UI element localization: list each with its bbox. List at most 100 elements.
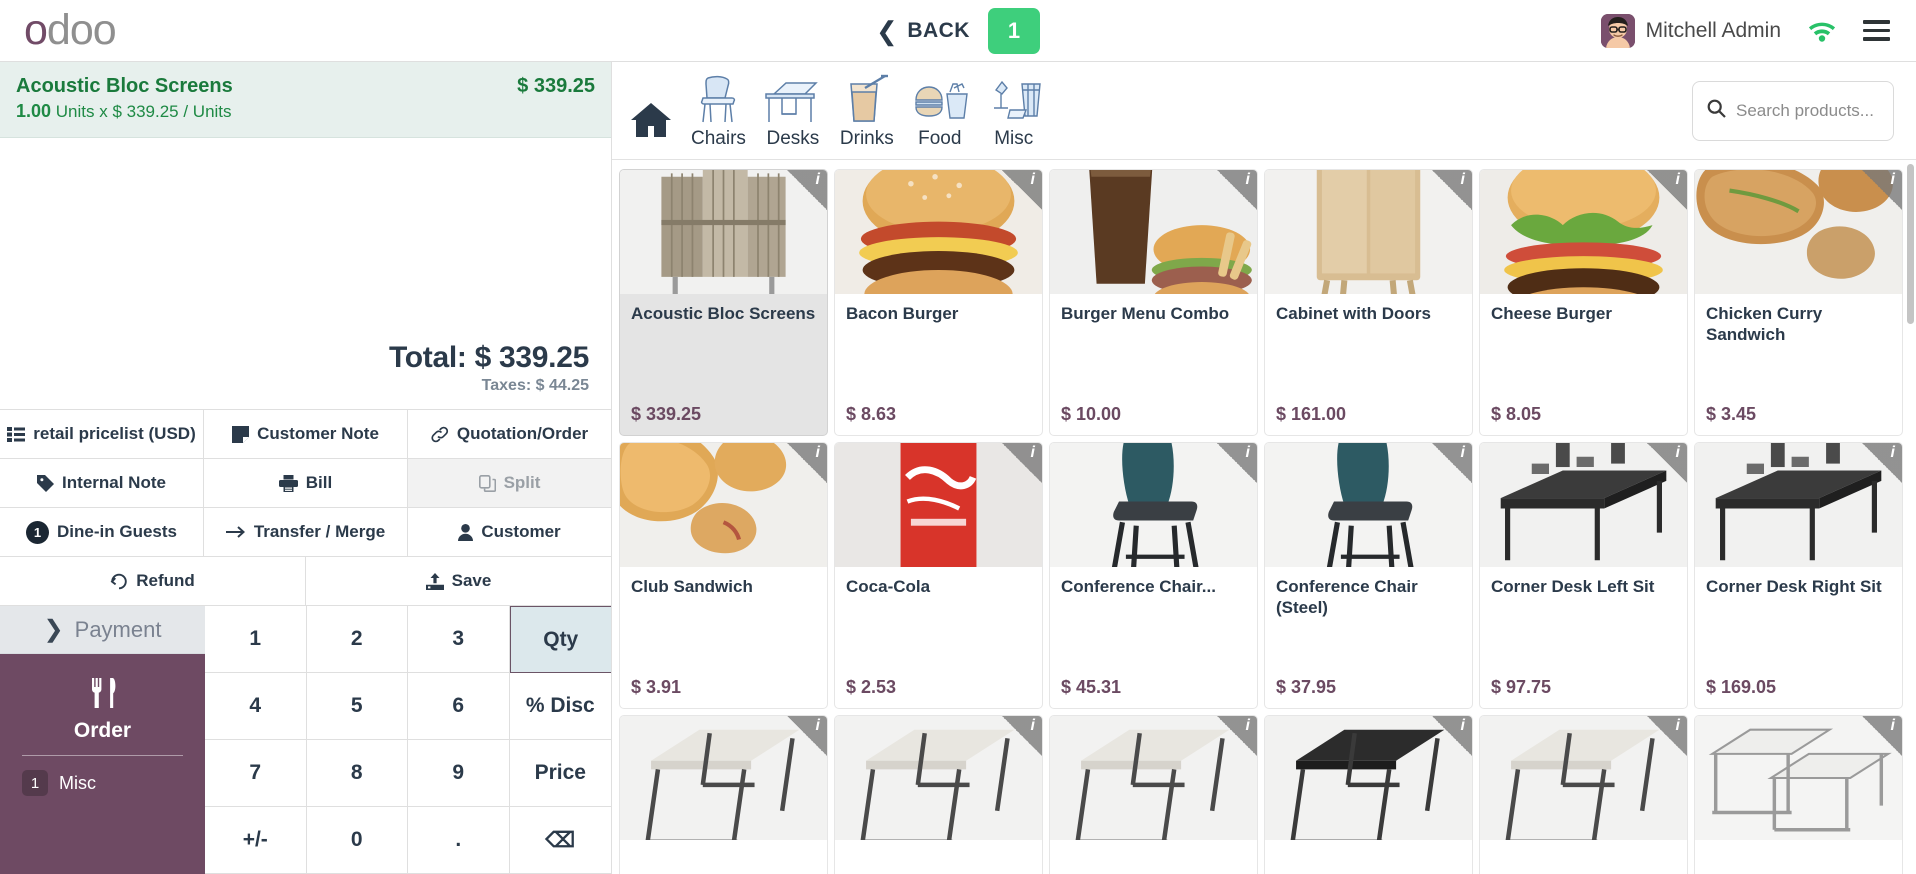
- printer-icon: [278, 474, 298, 492]
- back-button[interactable]: ❮ BACK: [876, 18, 970, 44]
- product-card[interactable]: i: [1695, 716, 1902, 874]
- action-row: 1 Dine-in Guests Transfer / Merge Custom…: [0, 508, 611, 557]
- product-card[interactable]: i Conference Chair (Steel) $ 37.95: [1265, 443, 1472, 708]
- internal-note-button[interactable]: Internal Note: [0, 459, 204, 507]
- product-card[interactable]: i Chicken Curry Sandwich $ 3.45: [1695, 170, 1902, 435]
- product-info-icon[interactable]: i: [1002, 443, 1042, 483]
- split-button[interactable]: Split: [408, 459, 611, 507]
- product-scroll-area: i Acoustic Bloc Screens $ 339.25 i Bacon…: [612, 160, 1916, 874]
- product-info-icon[interactable]: i: [787, 170, 827, 210]
- category-food[interactable]: Food: [903, 72, 977, 150]
- product-card[interactable]: i Bacon Burger $ 8.63: [835, 170, 1042, 435]
- search-input[interactable]: [1736, 100, 1879, 121]
- product-image: i: [620, 443, 827, 567]
- note-icon: [232, 425, 250, 443]
- user-menu[interactable]: Mitchell Admin: [1600, 13, 1781, 48]
- product-info-icon[interactable]: i: [1862, 443, 1902, 483]
- numpad: 1 2 3 Qty 4 5 6 % Disc 7 8 9 Price +/- 0…: [205, 606, 611, 874]
- product-card[interactable]: i Burger Menu Combo $ 10.00: [1050, 170, 1257, 435]
- product-card[interactable]: i Corner Desk Right Sit $ 169.05: [1695, 443, 1902, 708]
- numpad-key-backspace[interactable]: ⌫: [509, 807, 611, 874]
- category-drinks-label: Drinks: [839, 127, 894, 149]
- numpad-key-decimal[interactable]: .: [408, 807, 510, 874]
- numpad-key-2[interactable]: 2: [306, 606, 408, 673]
- product-price: $ 161.00: [1276, 404, 1347, 424]
- order-line-detail: Units x $ 339.25 / Units: [55, 102, 232, 121]
- wifi-icon[interactable]: [1807, 19, 1837, 42]
- odoo-logo[interactable]: odoo: [0, 9, 300, 52]
- product-info-icon[interactable]: i: [1217, 716, 1257, 756]
- numpad-key-4[interactable]: 4: [205, 673, 307, 740]
- numpad-key-9[interactable]: 9: [408, 740, 510, 807]
- product-info-icon[interactable]: i: [1432, 443, 1472, 483]
- top-bar-right: Mitchell Admin: [1600, 13, 1916, 48]
- product-card[interactable]: i: [1050, 716, 1257, 874]
- product-name: Coca-Cola: [846, 577, 931, 596]
- product-card[interactable]: i Conference Chair... $ 45.31: [1050, 443, 1257, 708]
- dine-in-guests-button[interactable]: 1 Dine-in Guests: [0, 508, 204, 556]
- product-card[interactable]: i: [1480, 716, 1687, 874]
- product-card[interactable]: i Cheese Burger $ 8.05: [1480, 170, 1687, 435]
- product-info-icon[interactable]: i: [1647, 170, 1687, 210]
- numpad-key-sign[interactable]: +/-: [205, 807, 307, 874]
- product-card[interactable]: i: [1265, 716, 1472, 874]
- avatar: [1600, 13, 1635, 48]
- hamburger-menu-icon[interactable]: [1863, 20, 1890, 41]
- order-panel-item[interactable]: 1 Misc: [16, 770, 189, 796]
- product-info-icon[interactable]: i: [1217, 443, 1257, 483]
- split-icon: [478, 474, 496, 492]
- product-info-icon[interactable]: i: [787, 443, 827, 483]
- category-drinks[interactable]: Drinks: [831, 72, 903, 150]
- save-button[interactable]: Save: [306, 557, 611, 605]
- product-price: $ 8.63: [846, 404, 897, 424]
- order-line[interactable]: Acoustic Bloc Screens $ 339.25 1.00 Unit…: [0, 62, 611, 138]
- category-food-label: Food: [918, 127, 962, 149]
- category-desks[interactable]: Desks: [755, 72, 831, 150]
- transfer-merge-button[interactable]: Transfer / Merge: [204, 508, 408, 556]
- category-home[interactable]: [620, 94, 682, 150]
- product-info-icon[interactable]: i: [1647, 443, 1687, 483]
- numpad-key-discount[interactable]: % Disc: [509, 673, 611, 740]
- numpad-key-price[interactable]: Price: [509, 740, 611, 807]
- product-info-icon[interactable]: i: [1862, 170, 1902, 210]
- product-info-icon[interactable]: i: [1432, 716, 1472, 756]
- table-number-badge[interactable]: 1: [987, 7, 1040, 54]
- product-card[interactable]: i Coca-Cola $ 2.53: [835, 443, 1042, 708]
- payment-button[interactable]: ❯ Payment: [0, 606, 205, 654]
- numpad-key-1[interactable]: 1: [205, 606, 307, 673]
- category-chairs[interactable]: Chairs: [682, 72, 755, 150]
- product-card[interactable]: i: [620, 716, 827, 874]
- product-info-icon[interactable]: i: [787, 716, 827, 756]
- pricelist-button[interactable]: retail pricelist (USD): [0, 410, 204, 458]
- product-info-icon[interactable]: i: [1862, 716, 1902, 756]
- customer-button[interactable]: Customer: [408, 508, 611, 556]
- product-image: i: [1050, 170, 1257, 294]
- product-card[interactable]: i Corner Desk Left Sit $ 97.75: [1480, 443, 1687, 708]
- product-name: Cabinet with Doors: [1276, 304, 1431, 323]
- numpad-key-7[interactable]: 7: [205, 740, 307, 807]
- quotation-order-button[interactable]: Quotation/Order: [408, 410, 611, 458]
- customer-note-button[interactable]: Customer Note: [204, 410, 408, 458]
- numpad-key-3[interactable]: 3: [408, 606, 510, 673]
- product-card[interactable]: i Club Sandwich $ 3.91: [620, 443, 827, 708]
- product-card[interactable]: i: [835, 716, 1042, 874]
- category-misc[interactable]: Misc: [977, 72, 1051, 150]
- bill-button[interactable]: Bill: [204, 459, 408, 507]
- product-name: Corner Desk Right Sit: [1706, 577, 1882, 596]
- product-card[interactable]: i Cabinet with Doors $ 161.00: [1265, 170, 1472, 435]
- numpad-key-8[interactable]: 8: [306, 740, 408, 807]
- numpad-key-6[interactable]: 6: [408, 673, 510, 740]
- search-box[interactable]: [1692, 80, 1894, 141]
- product-info-icon[interactable]: i: [1002, 170, 1042, 210]
- numpad-key-0[interactable]: 0: [306, 807, 408, 874]
- numpad-key-5[interactable]: 5: [306, 673, 408, 740]
- product-info-icon[interactable]: i: [1647, 716, 1687, 756]
- scrollbar[interactable]: [1907, 164, 1914, 324]
- product-card[interactable]: i Acoustic Bloc Screens $ 339.25: [620, 170, 827, 435]
- product-info-icon[interactable]: i: [1432, 170, 1472, 210]
- product-image: i: [1695, 170, 1902, 294]
- product-info-icon[interactable]: i: [1217, 170, 1257, 210]
- numpad-key-qty[interactable]: Qty: [509, 606, 611, 673]
- product-info-icon[interactable]: i: [1002, 716, 1042, 756]
- refund-button[interactable]: Refund: [0, 557, 306, 605]
